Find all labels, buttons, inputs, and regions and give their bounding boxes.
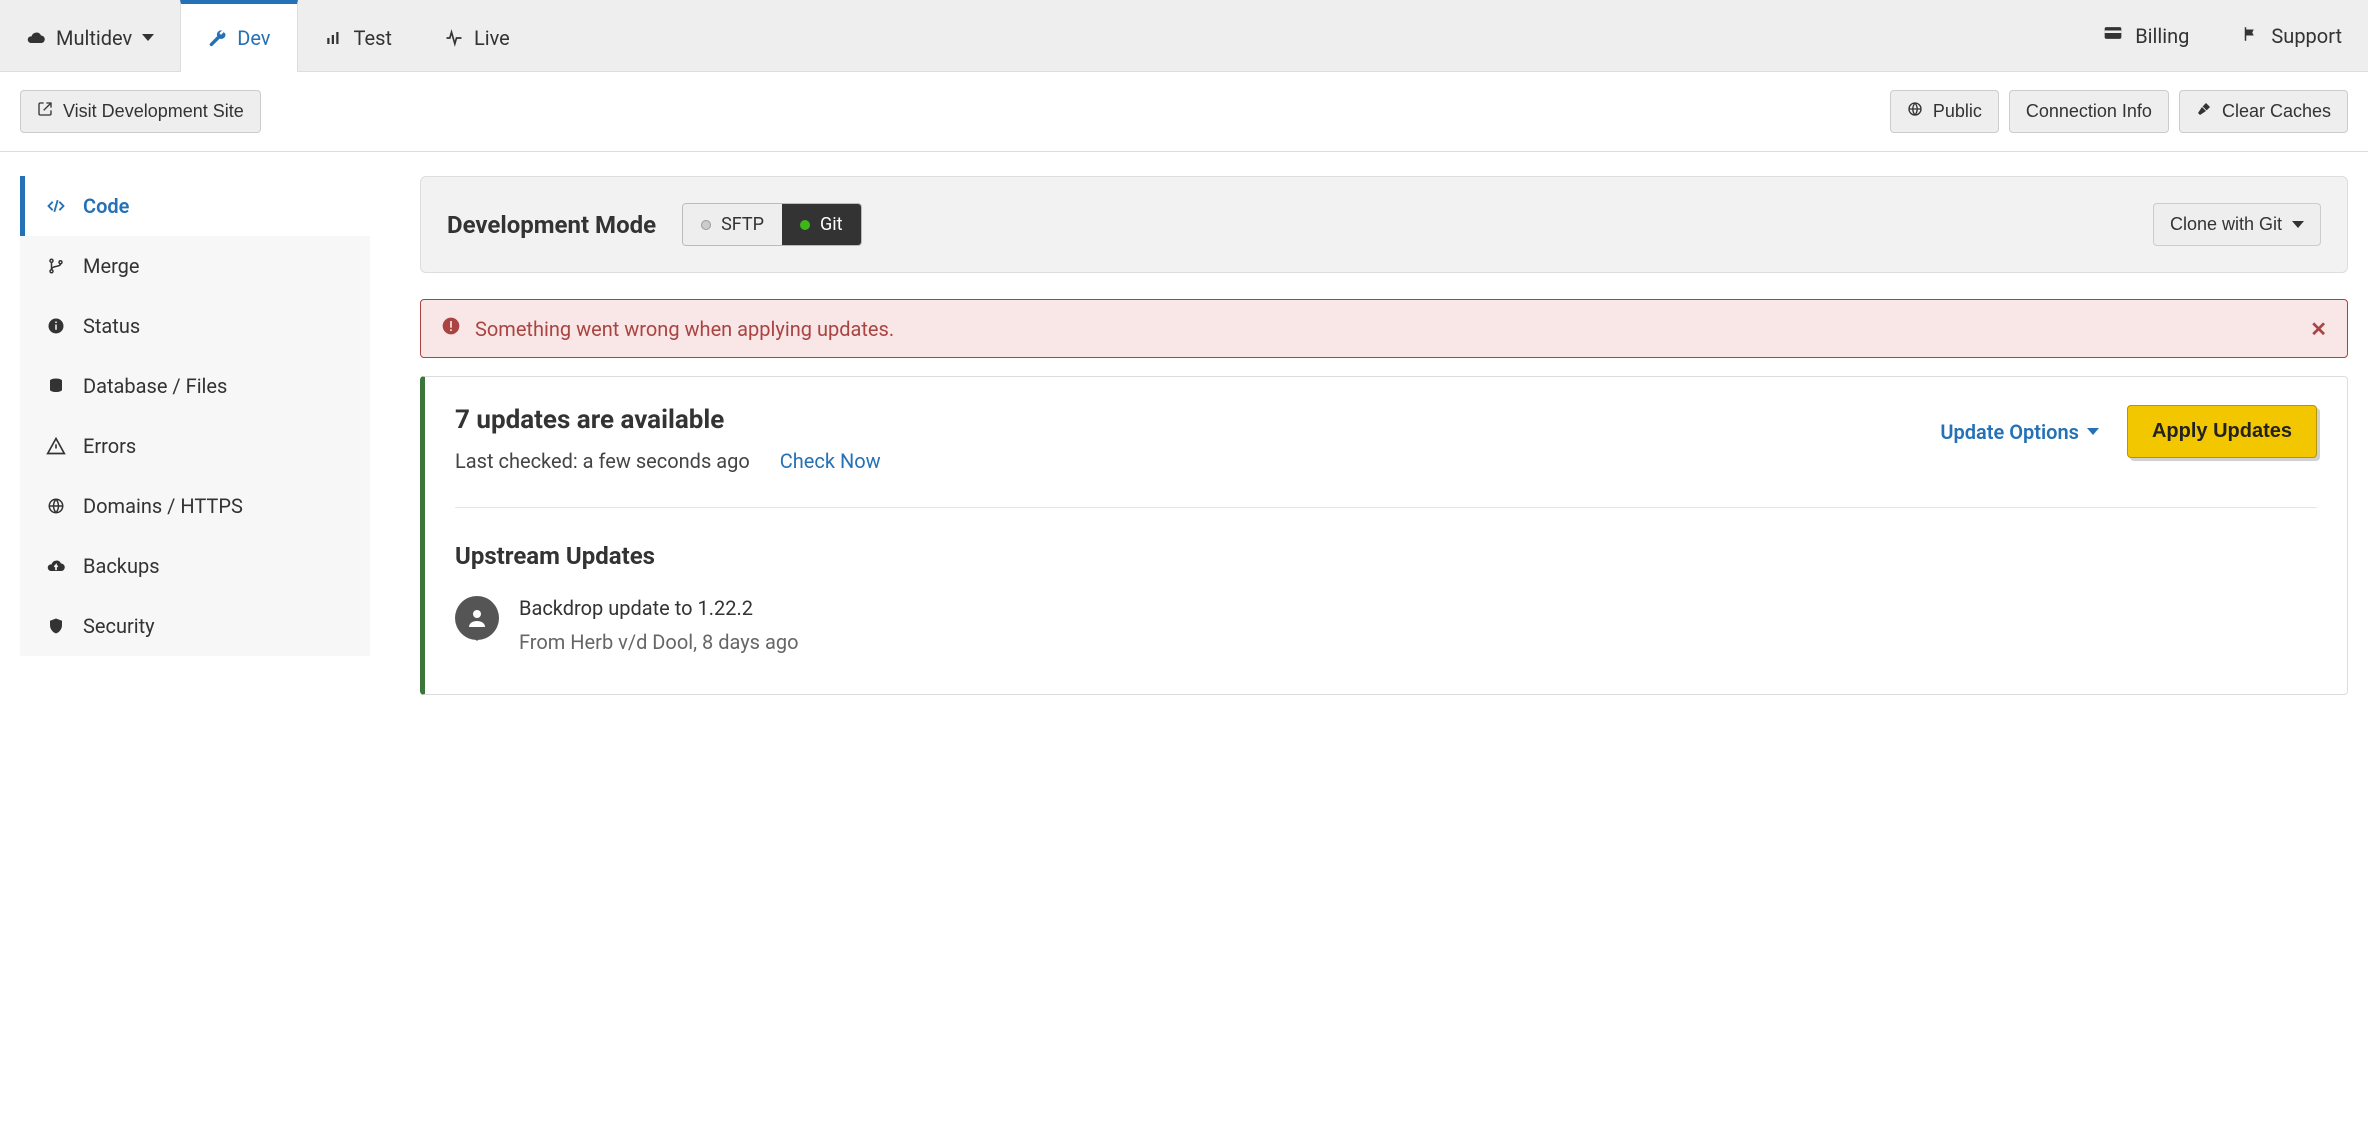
external-link-icon [37, 101, 53, 122]
close-icon[interactable]: ✕ [2310, 317, 2327, 341]
sidebar-item-label: Domains / HTTPS [83, 494, 243, 518]
last-checked-text: Last checked: a few seconds ago [455, 449, 750, 473]
nav-label: Billing [2135, 24, 2189, 48]
chevron-down-icon [2087, 428, 2099, 435]
clear-caches-button[interactable]: Clear Caches [2179, 90, 2348, 133]
button-label: Connection Info [2026, 101, 2152, 122]
tab-label: Dev [237, 26, 270, 50]
broom-icon [2196, 101, 2212, 122]
git-branch-icon [45, 257, 67, 275]
dropdown-label: Update Options [1940, 420, 2079, 444]
commit-row: Backdrop update to 1.22.2 From Herb v/d … [455, 596, 2317, 654]
update-options-dropdown[interactable]: Update Options [1940, 420, 2099, 444]
button-label: Visit Development Site [63, 101, 244, 122]
divider [455, 507, 2317, 508]
flag-icon [2241, 24, 2259, 48]
apply-updates-button[interactable]: Apply Updates [2127, 405, 2317, 458]
main-area: Code Merge Status Database / Files Error… [0, 152, 2368, 735]
tab-label: Multidev [56, 26, 132, 50]
sidebar-item-code[interactable]: Code [20, 176, 370, 236]
public-button[interactable]: Public [1890, 90, 1999, 133]
radio-selected-icon [800, 220, 810, 230]
avatar [455, 596, 499, 640]
mode-label: SFTP [721, 214, 764, 235]
cloud-icon [26, 28, 46, 48]
sub-toolbar: Visit Development Site Public Connection… [0, 72, 2368, 152]
tab-multidev[interactable]: Multidev [0, 0, 180, 71]
tab-live[interactable]: Live [418, 0, 536, 71]
mode-label: Git [820, 214, 843, 235]
sidebar-item-label: Code [83, 194, 129, 218]
wrench-icon [207, 28, 227, 48]
tab-label: Test [354, 26, 392, 50]
radio-unselected-icon [701, 220, 711, 230]
development-mode-title: Development Mode [447, 211, 656, 239]
sidebar-item-merge[interactable]: Merge [20, 236, 370, 296]
error-alert: Something went wrong when applying updat… [420, 299, 2348, 358]
globe-grid-icon [45, 497, 67, 515]
sidebar-item-label: Backups [83, 554, 160, 578]
warning-icon [45, 436, 67, 456]
button-label: Clear Caches [2222, 101, 2331, 122]
top-tabs-left: Multidev Dev Test Live [0, 0, 536, 71]
info-icon [45, 317, 67, 335]
sidebar-item-label: Security [83, 614, 155, 638]
sidebar-item-label: Database / Files [83, 374, 227, 398]
cloud-upload-icon [45, 556, 67, 576]
updates-available-title: 7 updates are available [455, 405, 881, 435]
button-label: Clone with Git [2170, 214, 2282, 235]
development-mode-panel: Development Mode SFTP Git Clone with Git [420, 176, 2348, 273]
check-now-link[interactable]: Check Now [780, 449, 881, 473]
sidebar-item-database-files[interactable]: Database / Files [20, 356, 370, 416]
top-tabs: Multidev Dev Test Live Billing [0, 0, 2368, 72]
sidebar-item-security[interactable]: Security [20, 596, 370, 656]
sidebar-item-label: Merge [83, 254, 140, 278]
chevron-down-icon [2292, 221, 2304, 228]
chevron-down-icon [142, 34, 154, 41]
button-label: Public [1933, 101, 1982, 122]
credit-card-icon [2103, 23, 2123, 48]
pulse-icon [444, 28, 464, 48]
sub-toolbar-right: Public Connection Info Clear Caches [1890, 90, 2348, 133]
sidebar-item-label: Status [83, 314, 140, 338]
upstream-updates-title: Upstream Updates [455, 542, 2317, 570]
person-icon [465, 606, 489, 630]
tab-dev[interactable]: Dev [180, 0, 297, 72]
error-icon [441, 316, 461, 341]
shield-icon [45, 617, 67, 635]
visit-site-button[interactable]: Visit Development Site [20, 90, 261, 133]
button-label: Apply Updates [2152, 420, 2292, 442]
sidebar: Code Merge Status Database / Files Error… [20, 176, 370, 656]
sidebar-item-status[interactable]: Status [20, 296, 370, 356]
updates-panel: 7 updates are available Last checked: a … [420, 376, 2348, 695]
connection-info-button[interactable]: Connection Info [2009, 90, 2169, 133]
sidebar-item-errors[interactable]: Errors [20, 416, 370, 476]
nav-support[interactable]: Support [2215, 0, 2368, 71]
mode-toggle: SFTP Git [682, 203, 861, 246]
sidebar-item-label: Errors [83, 434, 136, 458]
error-text: Something went wrong when applying updat… [475, 317, 894, 341]
content-area: Development Mode SFTP Git Clone with Git [420, 176, 2348, 695]
tab-label: Live [474, 26, 510, 50]
globe-icon [1907, 101, 1923, 122]
top-tabs-right: Billing Support [2077, 0, 2368, 71]
updates-header: 7 updates are available Last checked: a … [455, 405, 2317, 473]
code-icon [45, 196, 67, 216]
database-icon [45, 377, 67, 395]
tab-test[interactable]: Test [298, 0, 418, 71]
nav-billing[interactable]: Billing [2077, 0, 2215, 71]
mode-option-git[interactable]: Git [782, 204, 861, 245]
sidebar-item-domains-https[interactable]: Domains / HTTPS [20, 476, 370, 536]
nav-label: Support [2271, 24, 2342, 48]
clone-with-git-button[interactable]: Clone with Git [2153, 203, 2321, 246]
commit-meta: From Herb v/d Dool, 8 days ago [519, 630, 798, 654]
bar-chart-icon [324, 28, 344, 48]
sidebar-item-backups[interactable]: Backups [20, 536, 370, 596]
mode-option-sftp[interactable]: SFTP [683, 204, 782, 245]
commit-title: Backdrop update to 1.22.2 [519, 596, 798, 620]
